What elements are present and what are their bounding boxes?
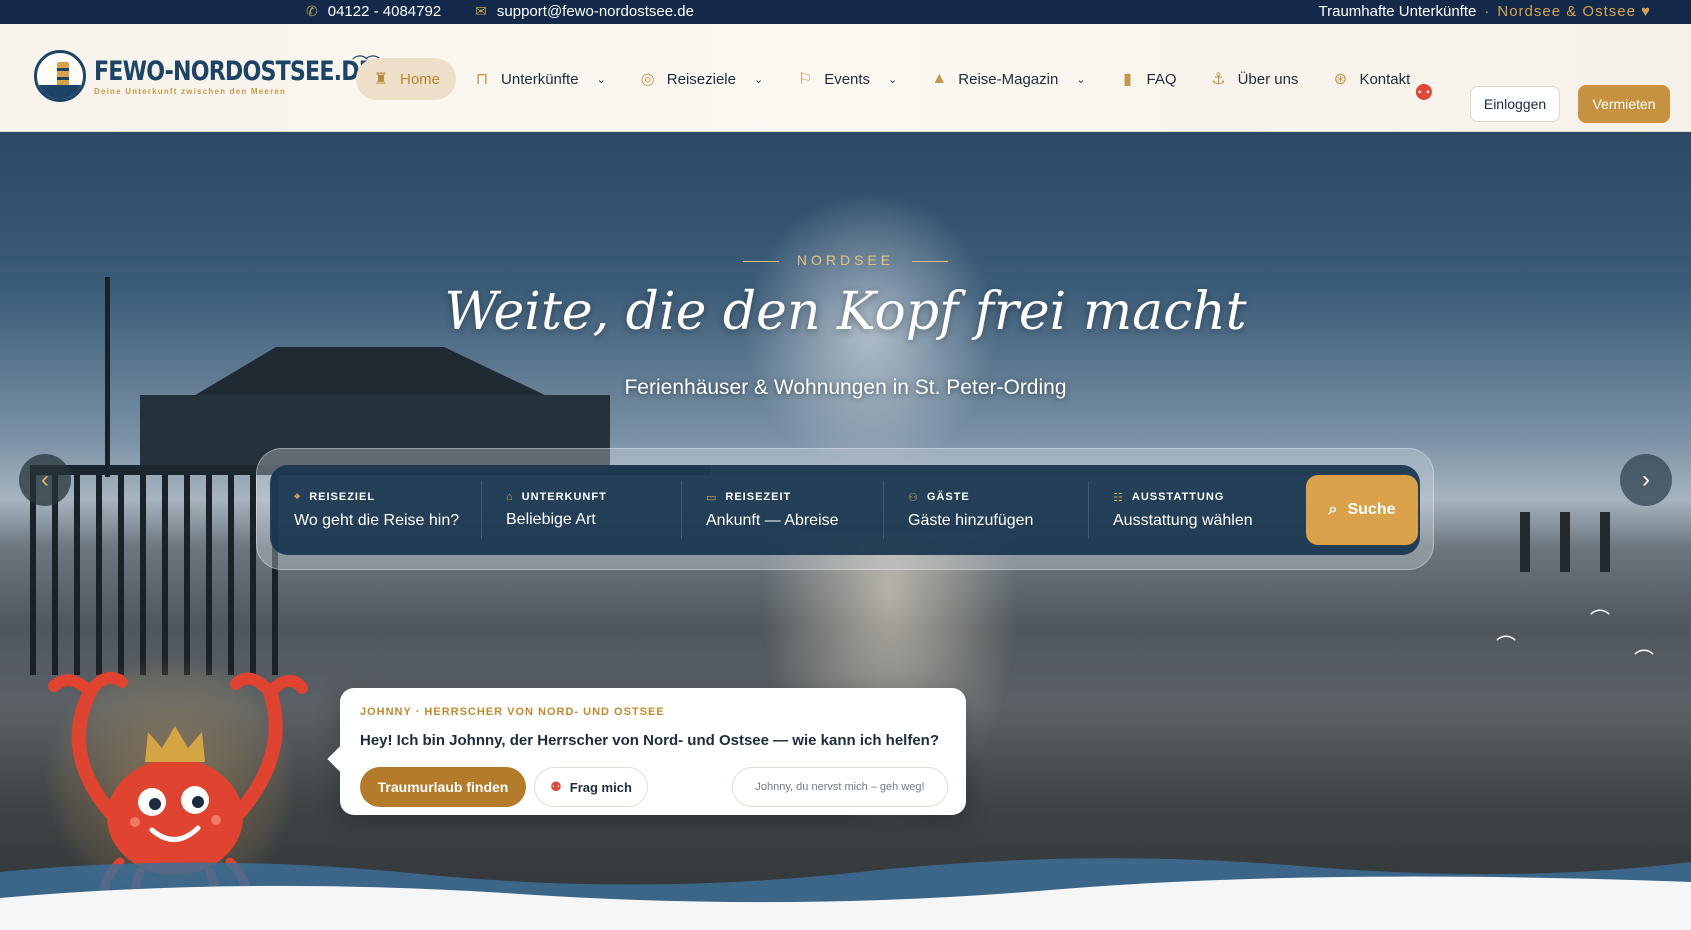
main-menu: ♜ Home ⊓ Unterkünfte ⌄ ◎ Reiseziele ⌄ ⚐ … xyxy=(356,58,1427,100)
guests-input[interactable]: Gäste hinzufügen xyxy=(908,512,1070,530)
ask-me-label: Frag mich xyxy=(569,779,632,795)
logo-name: FEWO-NORDOSTSEE.DE xyxy=(94,55,374,87)
map-pin-icon: ⌖ xyxy=(294,490,302,503)
destination-field[interactable]: ⌖ REISEZIEL Wo geht die Reise hin? xyxy=(270,481,482,539)
nav-label: Reiseziele xyxy=(666,70,736,88)
email-address[interactable]: support@fewo-nordostsee.de xyxy=(497,3,694,20)
amenities-field[interactable]: ☷ AUSSTATTUNG Ausstattung wählen xyxy=(1089,481,1304,539)
nav-label: Kontakt xyxy=(1359,70,1411,88)
flag-icon: ⚐ xyxy=(798,71,813,88)
login-button[interactable]: Einloggen xyxy=(1470,86,1560,122)
main-navbar: FEWO-NORDOSTSEE.DE Deine Unterkunft zwis… xyxy=(0,24,1691,132)
ask-me-button[interactable]: ⚉ Frag mich xyxy=(534,767,648,807)
nav-label: Home xyxy=(400,70,441,88)
nav-label: Über uns xyxy=(1237,70,1299,88)
email-contact[interactable]: ✉ support@fewo-nordostsee.de xyxy=(475,3,694,20)
users-icon: ⚇ xyxy=(908,491,919,504)
seagull-icon: ︵ xyxy=(1590,596,1610,618)
nav-label: Events xyxy=(824,70,871,88)
nav-label: Unterkünfte xyxy=(501,70,579,88)
guests-field[interactable]: ⚇ GÄSTE Gäste hinzufügen xyxy=(884,481,1089,539)
list-icon: ☷ xyxy=(1113,491,1124,504)
field-label: REISEZEIT xyxy=(725,491,792,503)
chevron-down-icon: ⌄ xyxy=(596,73,606,86)
amenities-select[interactable]: Ausstattung wählen xyxy=(1113,512,1286,530)
search-button-label: Suche xyxy=(1347,501,1396,518)
chat-kicker: JOHNNY · HERRSCHER VON NORD- UND OSTSEE xyxy=(360,706,665,718)
seagull-icon: ︵ xyxy=(1634,636,1654,658)
accommodation-select[interactable]: Beliebige Art xyxy=(506,511,663,529)
chevron-down-icon: ⌄ xyxy=(1076,73,1086,86)
find-dream-vacation-button[interactable]: Traumurlaub finden xyxy=(360,767,526,807)
compass-icon: ◎ xyxy=(640,71,655,88)
dismiss-mascot-button[interactable]: Johnny, du nervst mich – geh weg! xyxy=(732,767,948,807)
date-range-input[interactable]: Ankunft — Abreise xyxy=(706,512,865,530)
separator-dot: · xyxy=(1484,3,1490,20)
phone-icon: ✆ xyxy=(306,3,318,19)
accommodation-field[interactable]: ⌂ UNTERKUNFT Beliebige Art xyxy=(482,481,682,539)
nav-item-unterkuenfte[interactable]: ⊓ Unterkünfte ⌄ xyxy=(457,58,622,100)
field-label: REISEZIEL xyxy=(309,491,376,503)
phone-number[interactable]: 04122 - 4084792 xyxy=(328,3,441,20)
nav-item-faq[interactable]: ▮ FAQ xyxy=(1103,58,1193,100)
chevron-down-icon: ⌄ xyxy=(753,73,764,86)
field-label: AUSSTATTUNG xyxy=(1131,491,1225,503)
crab-icon[interactable]: ⚉ xyxy=(1414,80,1434,106)
chevron-right-icon: › xyxy=(1642,466,1650,493)
hero-subtitle: Ferienhäuser & Wohnungen in St. Peter-Or… xyxy=(624,376,1067,399)
slider-prev-button[interactable]: ‹ xyxy=(19,454,71,506)
rent-out-button[interactable]: Vermieten xyxy=(1578,85,1670,123)
nav-label: Reise-Magazin xyxy=(958,70,1059,88)
sailboat-icon: ▲ xyxy=(931,70,948,87)
field-label: UNTERKUNFT xyxy=(521,491,607,503)
mail-icon: ✉ xyxy=(475,3,487,19)
destination-input[interactable]: Wo geht die Reise hin? xyxy=(294,512,463,530)
lighthouse-icon: ♜ xyxy=(373,71,389,88)
chat-message: Hey! Ich bin Johnny, der Herrscher von N… xyxy=(360,732,940,749)
nav-item-kontakt[interactable]: ⊛ Kontakt xyxy=(1315,58,1426,100)
nav-label: FAQ xyxy=(1146,70,1177,88)
wave-divider xyxy=(0,858,1691,930)
search-button[interactable]: ⌕ Suche xyxy=(1306,475,1418,545)
anchor-icon: ⚓ xyxy=(1211,71,1226,88)
chevron-left-icon: ‹ xyxy=(41,466,49,493)
house-icon: ⌂ xyxy=(506,491,514,503)
travel-dates-field[interactable]: ▭ REISEZEIT Ankunft — Abreise xyxy=(682,481,884,539)
hero-title: Weite, die den Kopf frei macht xyxy=(444,282,1247,342)
nav-item-ueber-uns[interactable]: ⚓ Über uns xyxy=(1194,58,1315,100)
phone-contact[interactable]: ✆ 04122 - 4084792 xyxy=(306,3,441,20)
search-icon: ⌕ xyxy=(1328,501,1338,518)
search-bar: ⌖ REISEZIEL Wo geht die Reise hin? ⌂ UNTER… xyxy=(270,465,1420,555)
nav-item-reiseziele[interactable]: ◎ Reiseziele ⌄ xyxy=(623,58,779,100)
topbar-region: Nordsee & Ostsee ♥ xyxy=(1497,3,1651,20)
crab-icon: ⚉ xyxy=(550,779,562,794)
nav-item-home[interactable]: ♜ Home xyxy=(356,58,457,100)
armchair-icon: ⊓ xyxy=(475,71,489,88)
hero-section: NORDSEE Weite, die den Kopf frei macht F… xyxy=(0,132,1691,930)
hero-eyebrow: NORDSEE xyxy=(0,252,1691,268)
top-info-bar: ✆ 04122 - 4084792 ✉ support@fewo-nordost… xyxy=(0,0,1691,24)
slider-next-button[interactable]: › xyxy=(1620,454,1672,506)
nav-item-events[interactable]: ⚐ Events ⌄ xyxy=(780,58,913,100)
wooden-posts-image xyxy=(1520,512,1640,572)
lighthouse-logo-icon xyxy=(34,50,86,102)
field-label: GÄSTE xyxy=(926,491,970,503)
lifebuoy-icon: ⊛ xyxy=(1333,71,1348,88)
chevron-down-icon: ⌄ xyxy=(888,73,898,86)
seagull-icon: ︵ xyxy=(1496,622,1516,644)
nav-item-reise-magazin[interactable]: ▲ Reise-Magazin ⌄ xyxy=(914,58,1101,100)
buoy-icon: ▮ xyxy=(1123,71,1132,88)
mascot-chat-bubble: JOHNNY · HERRSCHER VON NORD- UND OSTSEE … xyxy=(340,688,966,815)
calendar-icon: ▭ xyxy=(706,491,718,504)
topbar-tagline: Traumhafte Unterkünfte xyxy=(1318,3,1477,20)
